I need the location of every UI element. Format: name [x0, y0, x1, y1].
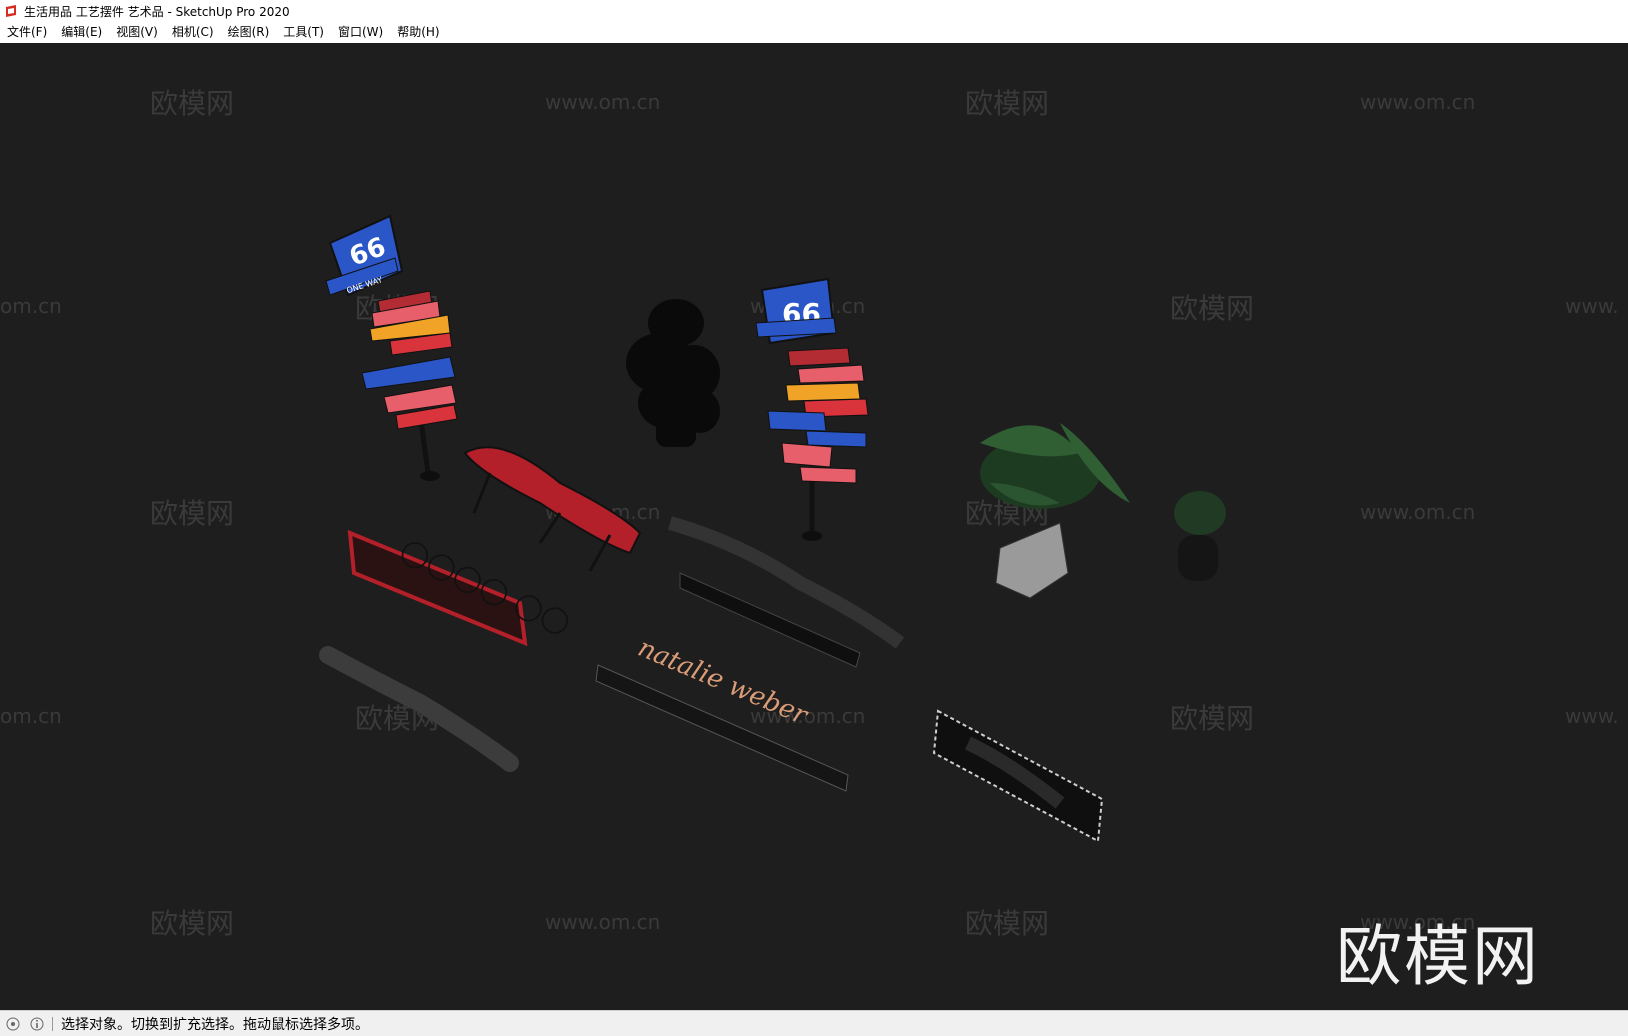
plant-silhouette-model[interactable] — [626, 299, 720, 447]
watermark-brand-large: 欧模网 — [1336, 918, 1540, 995]
menu-tools[interactable]: 工具(T) — [276, 22, 331, 43]
title-bar: 生活用品 工艺摆件 艺术品 - SketchUp Pro 2020 — [0, 0, 1628, 22]
script-text: natalie weber — [633, 633, 812, 732]
status-separator — [52, 1016, 53, 1031]
watermark-url: www.om.cn — [1360, 500, 1475, 524]
cursive-sign-black-model[interactable] — [668, 516, 905, 668]
status-text: 选择对象。切换到扩充选择。拖动鼠标选择多项。 — [61, 1016, 369, 1033]
marquee-sign-model[interactable] — [932, 709, 1104, 843]
menu-bar: 文件(F) 编辑(E) 视图(V) 相机(C) 绘图(R) 工具(T) 窗口(W… — [0, 22, 1628, 44]
red-neon-sign-model[interactable]: ◯◯◯◯ ◯◯ — [347, 529, 575, 647]
signpost-model-left[interactable]: 66 ONE WAY — [325, 214, 458, 481]
menu-view[interactable]: 视图(V) — [109, 22, 165, 43]
status-bar: 选择对象。切换到扩充选择。拖动鼠标选择多项。 — [0, 1010, 1628, 1036]
watermark-brand: 欧模网 — [150, 87, 234, 120]
geolocation-icon[interactable] — [6, 1017, 20, 1031]
watermark-url: om.cn — [0, 704, 62, 728]
menu-draw[interactable]: 绘图(R) — [221, 22, 277, 43]
menu-file[interactable]: 文件(F) — [0, 22, 54, 43]
watermark-brand: 欧模网 — [965, 907, 1049, 940]
watermark-brand: 欧模网 — [1170, 702, 1254, 735]
scene-canvas[interactable]: 欧模网 www.om.cn 欧模网 www.om.cn om.cn 欧模网 ww… — [0, 43, 1628, 1010]
menu-help[interactable]: 帮助(H) — [390, 22, 446, 43]
watermark-brand: 欧模网 — [1170, 292, 1254, 325]
watermark-brand: 欧模网 — [150, 907, 234, 940]
menu-edit[interactable]: 编辑(E) — [54, 22, 109, 43]
menu-camera[interactable]: 相机(C) — [165, 22, 221, 43]
watermark-url: om.cn — [0, 294, 62, 318]
info-icon[interactable] — [30, 1017, 44, 1031]
watermark-brand: 欧模网 — [150, 497, 234, 530]
signpost-model-center[interactable]: 66 — [755, 277, 869, 541]
model-viewport[interactable]: 欧模网 www.om.cn 欧模网 www.om.cn om.cn 欧模网 ww… — [0, 43, 1628, 1010]
plant-small-model[interactable] — [1174, 491, 1226, 581]
watermark-url: www.om.cn — [545, 910, 660, 934]
watermark-url: www.om.cn — [1360, 90, 1475, 114]
menu-window[interactable]: 窗口(W) — [331, 22, 390, 43]
watermark-url: www. — [1565, 294, 1619, 318]
watermark-brand: 欧模网 — [965, 87, 1049, 120]
watermark-url: www. — [1565, 704, 1619, 728]
watermark-url: www.om.cn — [545, 90, 660, 114]
sketchup-logo-icon — [6, 5, 16, 17]
window-title: 生活用品 工艺摆件 艺术品 - SketchUp Pro 2020 — [24, 4, 290, 19]
